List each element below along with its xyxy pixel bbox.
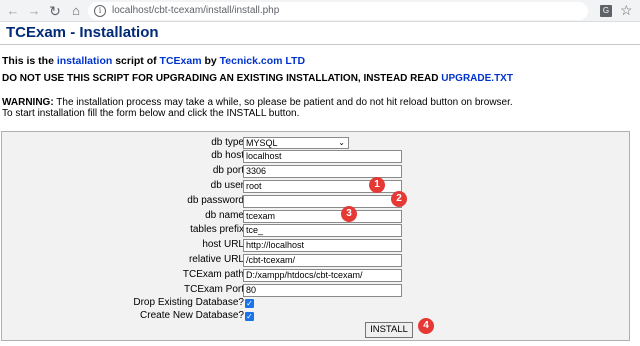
install-button[interactable]: INSTALL [365, 322, 413, 338]
warning-text: WARNING: The installation process may ta… [2, 97, 513, 108]
bookmark-star-icon[interactable]: ☆ [620, 2, 633, 19]
intro-part-2: script of [112, 55, 160, 67]
tables-prefix-label: tables prefix [190, 224, 244, 235]
db-host-input[interactable]: localhost [243, 150, 402, 163]
info-icon[interactable]: i [94, 5, 106, 17]
back-arrow-icon[interactable]: ← [4, 2, 22, 20]
upgrade-txt-link[interactable]: UPGRADE.TXT [441, 73, 513, 84]
translate-icon[interactable]: G [600, 5, 612, 17]
tcexam-path-label: TCExam path [182, 269, 244, 280]
db-name-label: db name [205, 210, 244, 221]
checkmark-icon: ✓ [246, 299, 253, 308]
relative-url-label: relative URL [188, 254, 244, 265]
annotation-badge-4: 4 [418, 318, 434, 334]
db-port-input[interactable]: 3306 [243, 165, 402, 178]
db-type-select[interactable]: MYSQL ⌄ [243, 137, 349, 149]
warning-body: The installation process may take a whil… [53, 97, 513, 108]
installation-link[interactable]: installation [57, 55, 112, 67]
create-db-label: Create New Database? [140, 310, 244, 321]
tcexam-link[interactable]: TCExam [160, 55, 202, 67]
upgrade-notice-text: DO NOT USE THIS SCRIPT FOR UPGRADING AN … [2, 73, 442, 84]
tables-prefix-input[interactable]: tce_ [243, 224, 402, 237]
tcexam-port-label: TCExam Port [183, 284, 244, 295]
db-type-value: MYSQL [246, 138, 278, 148]
intro-part-1: This is the [2, 55, 57, 67]
host-url-label: host URL [202, 239, 244, 250]
tecnick-link[interactable]: Tecnick.com LTD [220, 55, 305, 67]
intro-part-3: by [201, 55, 220, 67]
browser-toolbar: ← → ↻ ⌂ i localhost/cbt-tcexam/install/i… [0, 0, 640, 22]
instruction-text: To start installation fill the form belo… [2, 108, 300, 119]
warning-label: WARNING: [2, 97, 54, 108]
create-db-checkbox[interactable]: ✓ [245, 312, 254, 321]
page-title: TCExam - Installation [6, 24, 159, 41]
host-url-input[interactable]: http://localhost [243, 239, 402, 252]
checkmark-icon: ✓ [246, 312, 253, 321]
db-user-label: db user [210, 180, 244, 191]
tcexam-port-input[interactable]: 80 [243, 284, 402, 297]
relative-url-input[interactable]: /cbt-tcexam/ [243, 254, 402, 267]
drop-db-label: Drop Existing Database? [133, 297, 244, 308]
upgrade-notice: DO NOT USE THIS SCRIPT FOR UPGRADING AN … [2, 73, 513, 84]
annotation-badge-3: 3 [341, 206, 357, 222]
db-type-label: db type [211, 137, 244, 148]
address-bar[interactable]: i localhost/cbt-tcexam/install/install.p… [88, 2, 588, 20]
annotation-badge-1: 1 [369, 177, 385, 193]
db-password-input[interactable] [243, 195, 402, 208]
db-name-input[interactable]: tcexam [243, 210, 402, 223]
annotation-badge-2: 2 [391, 191, 407, 207]
home-icon[interactable]: ⌂ [67, 2, 85, 20]
url-text[interactable]: localhost/cbt-tcexam/install/install.php [112, 5, 279, 16]
reload-icon[interactable]: ↻ [46, 2, 64, 20]
tcexam-path-input[interactable]: D:/xampp/htdocs/cbt-tcexam/ [243, 269, 402, 282]
db-port-label: db port [212, 165, 244, 176]
chevron-down-icon: ⌄ [338, 138, 345, 147]
title-divider [0, 44, 640, 45]
forward-arrow-icon[interactable]: → [25, 2, 43, 20]
db-host-label: db host [211, 150, 244, 161]
db-password-label: db password [187, 195, 244, 206]
intro-text: This is the installation script of TCExa… [2, 55, 305, 67]
drop-db-checkbox[interactable]: ✓ [245, 299, 254, 308]
